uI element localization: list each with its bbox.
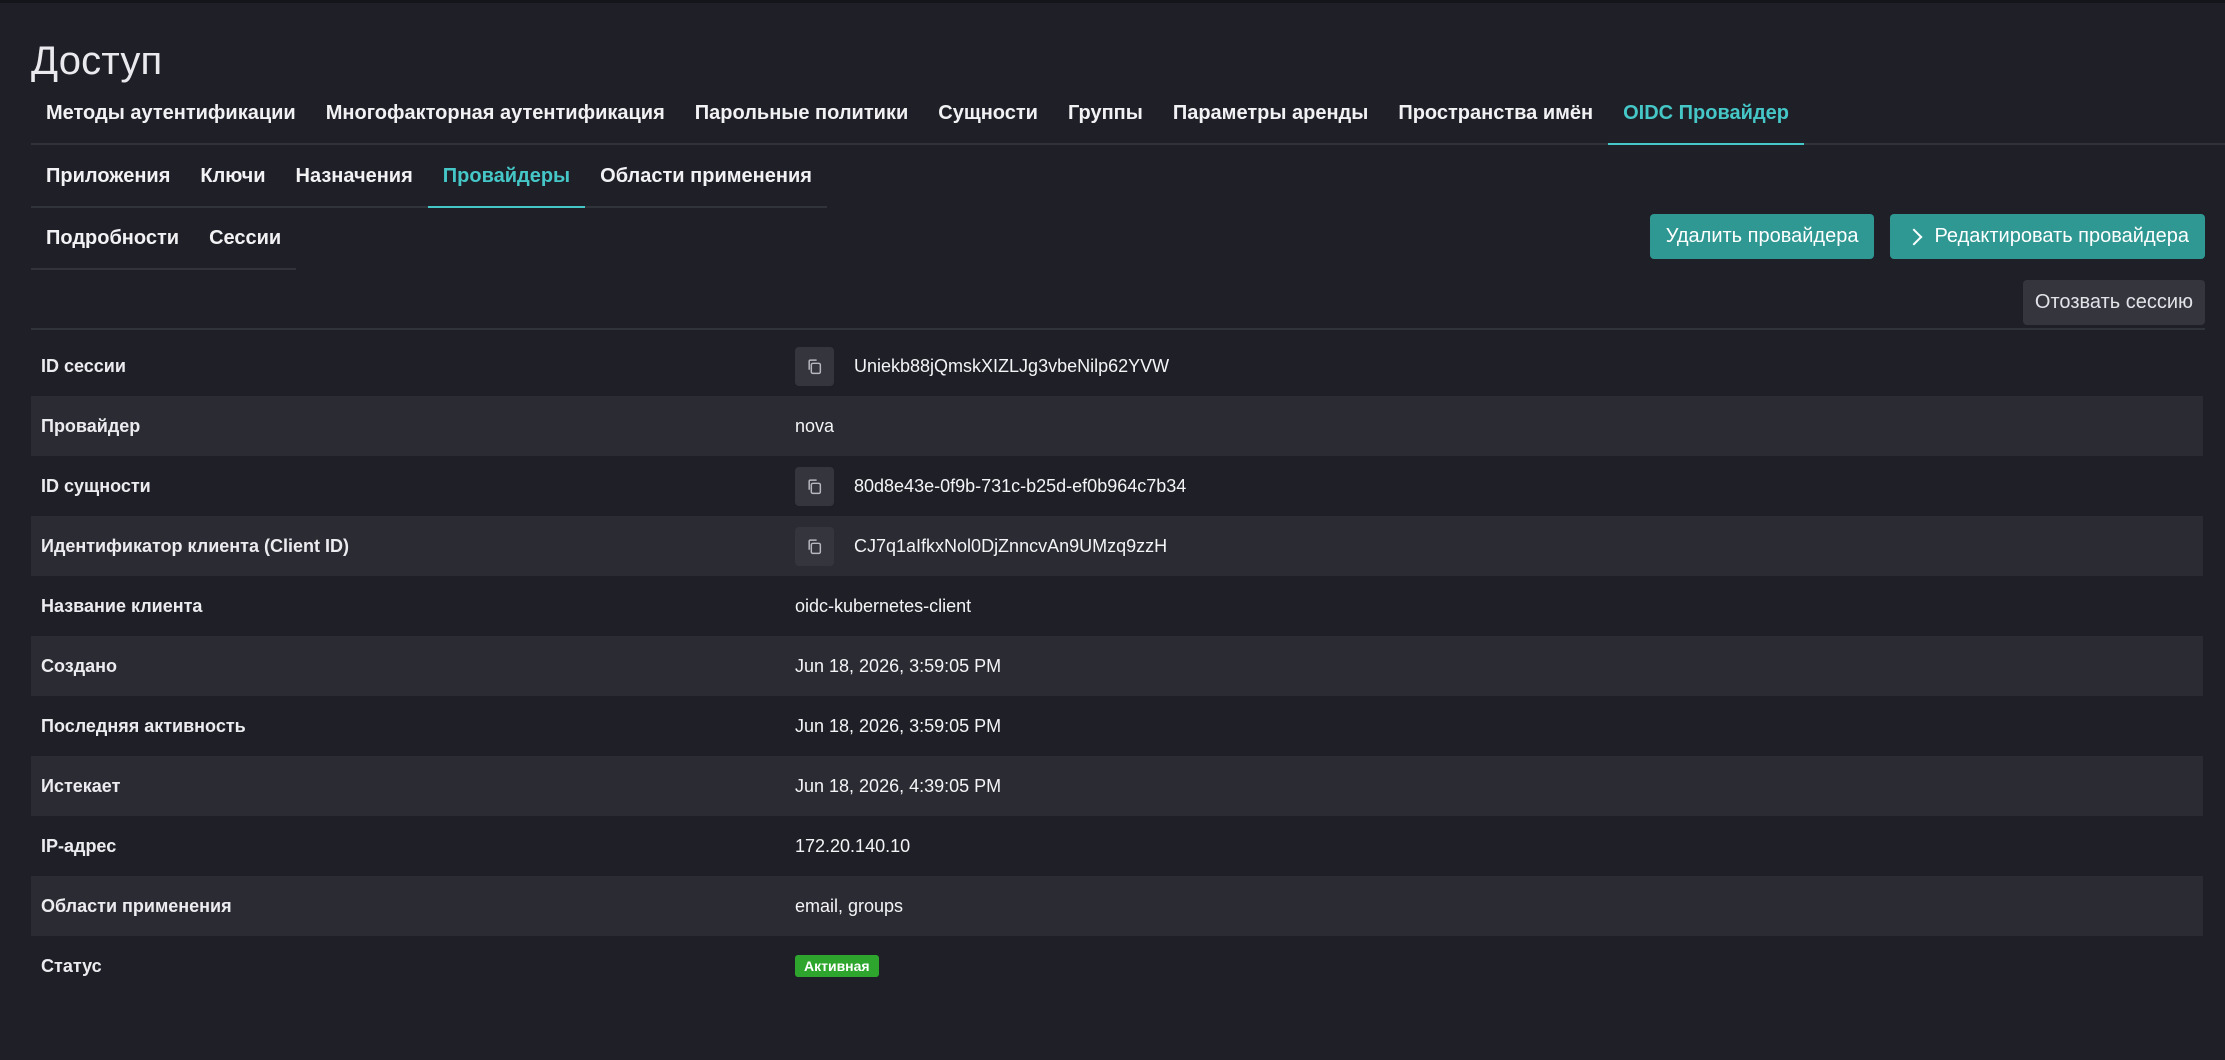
detail-label: IP-адрес <box>41 835 117 856</box>
delete-provider-button[interactable]: Удалить провайдера <box>1649 214 1875 259</box>
detail-label: ID сессии <box>41 355 126 376</box>
detail-label: Название клиента <box>41 595 203 616</box>
edit-provider-label: Редактировать провайдера <box>1934 225 2189 247</box>
tab-scopes[interactable]: Области применения <box>585 146 827 208</box>
detail-value: CJ7q1aIfkxNol0DjZnncvAn9UMzq9zzH <box>854 535 1168 556</box>
detail-row-scopes: Области применения email, groups <box>31 876 2203 936</box>
tab-details[interactable]: Подробности <box>31 208 194 270</box>
revoke-session-button[interactable]: Отозвать сессию <box>2022 280 2205 325</box>
detail-row-session-id: ID сессии Uniekb88jQmskXIZLJg3vbeNilp62Y… <box>31 336 2203 396</box>
detail-value: Jun 18, 2026, 3:59:05 PM <box>795 715 1002 736</box>
detail-row-ip-address: IP-адрес 172.20.140.10 <box>31 816 2203 876</box>
detail-row-status: Статус Активная <box>31 936 2203 996</box>
detail-value: nova <box>795 415 835 436</box>
detail-value: 172.20.140.10 <box>795 835 911 856</box>
detail-label: Создано <box>41 655 118 676</box>
tab-entities[interactable]: Сущности <box>923 83 1053 145</box>
tab-namespaces[interactable]: Пространства имён <box>1383 83 1608 145</box>
revoke-row: Отозвать сессию <box>31 270 2205 330</box>
copy-icon[interactable] <box>795 466 834 506</box>
tab-sessions[interactable]: Сессии <box>194 208 296 270</box>
detail-value: 80d8e43e-0f9b-731c-b25d-ef0b964c7b34 <box>854 475 1187 496</box>
detail-row-entity-id: ID сущности 80d8e43e-0f9b-731c-b25d-ef0b… <box>31 456 2203 516</box>
tab-leases[interactable]: Параметры аренды <box>1158 83 1383 145</box>
detail-value: oidc-kubernetes-client <box>795 595 972 616</box>
edit-provider-button[interactable]: Редактировать провайдера <box>1890 214 2205 259</box>
delete-provider-label: Удалить провайдера <box>1665 225 1859 247</box>
detail-row-client-id: Идентификатор клиента (Client ID) CJ7q1a… <box>31 516 2203 576</box>
status-badge: Активная <box>795 955 879 977</box>
tab-keys[interactable]: Ключи <box>185 146 280 208</box>
detail-row-client-name: Название клиента oidc-kubernetes-client <box>31 576 2203 636</box>
detail-row-last-activity: Последняя активность Jun 18, 2026, 3:59:… <box>31 696 2203 756</box>
tab-oidc-provider[interactable]: OIDC Провайдер <box>1608 83 1804 145</box>
detail-row-created: Создано Jun 18, 2026, 3:59:05 PM <box>31 636 2203 696</box>
detail-value: email, groups <box>795 895 904 916</box>
tab-applications[interactable]: Приложения <box>31 146 185 208</box>
copy-icon[interactable] <box>795 346 834 386</box>
tab-auth-methods[interactable]: Методы аутентификации <box>31 83 311 145</box>
detail-label: Провайдер <box>41 415 141 436</box>
detail-label: Истекает <box>41 775 121 796</box>
detail-row-expires: Истекает Jun 18, 2026, 4:39:05 PM <box>31 756 2203 816</box>
tab-assignments[interactable]: Назначения <box>281 146 428 208</box>
tab-mfa[interactable]: Многофакторная аутентификация <box>311 83 680 145</box>
detail-value: Uniekb88jQmskXIZLJg3vbeNilp62YVW <box>854 355 1170 376</box>
detail-label: ID сущности <box>41 475 151 496</box>
tab-password-policies[interactable]: Парольные политики <box>680 83 923 145</box>
page-title: Доступ <box>31 39 163 83</box>
session-details: ID сессии Uniekb88jQmskXIZLJg3vbeNilp62Y… <box>31 336 2203 996</box>
detail-label: Статус <box>41 955 102 976</box>
detail-value: Jun 18, 2026, 3:59:05 PM <box>795 655 1002 676</box>
tab-groups[interactable]: Группы <box>1053 83 1158 145</box>
detail-row-provider: Провайдер nova <box>31 396 2203 456</box>
detail-label: Области применения <box>41 895 232 916</box>
subheader-row: Подробности Сессии Удалить провайдера Ре… <box>31 208 2205 270</box>
provider-actions: Удалить провайдера Редактировать провайд… <box>1649 214 2205 259</box>
copy-icon[interactable] <box>795 526 834 566</box>
primary-tabs: Методы аутентификации Многофакторная аут… <box>31 83 2225 145</box>
page: Доступ Методы аутентификации Многофактор… <box>0 0 2225 1060</box>
detail-value: Jun 18, 2026, 4:39:05 PM <box>795 775 1002 796</box>
tertiary-tabs: Подробности Сессии <box>31 208 297 270</box>
detail-label: Последняя активность <box>41 715 246 736</box>
secondary-tabs: Приложения Ключи Назначения Провайдеры О… <box>31 146 827 208</box>
detail-label: Идентификатор клиента (Client ID) <box>41 535 349 556</box>
tab-providers[interactable]: Провайдеры <box>427 146 586 208</box>
chevron-right-icon <box>1905 228 1923 245</box>
